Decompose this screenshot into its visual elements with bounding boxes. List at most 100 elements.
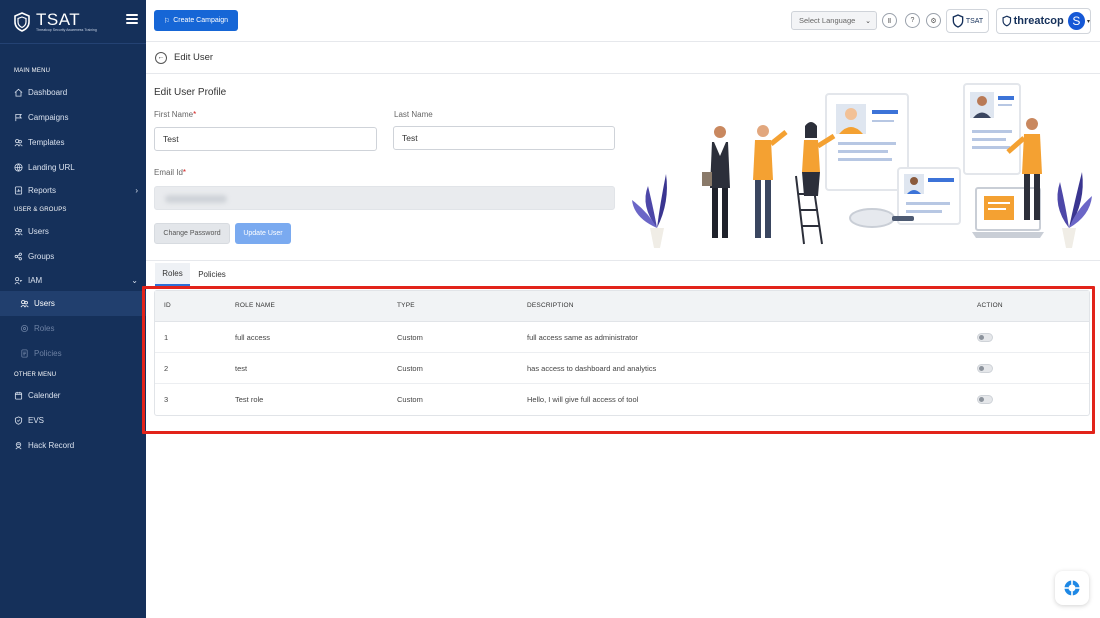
cell-description: full access same as administrator	[527, 333, 638, 342]
flag-icon	[14, 113, 23, 122]
globe-icon	[14, 163, 23, 172]
profile-card-illustration	[897, 167, 961, 225]
role-toggle[interactable]	[977, 333, 993, 342]
table-row: 2 test Custom has access to dashboard an…	[155, 353, 1089, 384]
brand-logo[interactable]: TSAT Threatcop Security Awareness Traini…	[0, 0, 146, 44]
back-arrow-icon[interactable]: ←	[155, 51, 167, 64]
sidebar-item-users[interactable]: Users	[0, 219, 146, 244]
pause-icon[interactable]: Ⅱ	[882, 13, 897, 28]
shield-logo-icon	[14, 11, 30, 32]
sidebar-item-label: Campaigns	[28, 113, 69, 122]
sidebar-item-evs[interactable]: EVS	[0, 408, 146, 433]
cell-type: Custom	[397, 333, 423, 342]
email-label-text: Email Id	[154, 168, 183, 177]
language-select[interactable]: Select Language ⌄	[791, 11, 877, 30]
support-button[interactable]	[1055, 571, 1089, 605]
required-mark: *	[182, 168, 187, 177]
role-toggle[interactable]	[977, 395, 993, 404]
sidebar-item-hack-record[interactable]: Hack Record	[0, 433, 146, 458]
brand-tagline: Threatcop Security Awareness Training	[36, 27, 97, 32]
sidebar-item-label: IAM	[28, 275, 43, 285]
toggle-knob	[979, 335, 984, 340]
required-mark: *	[193, 110, 197, 119]
avatar[interactable]: S	[1067, 12, 1085, 30]
sidebar-item-reports[interactable]: Reports ›	[0, 180, 146, 201]
threatcop-logo-icon	[1002, 15, 1012, 27]
sidebar-item-templates[interactable]: Templates	[0, 130, 146, 155]
chevron-right-icon: ›	[135, 186, 138, 195]
sidebar-item-iam-policies[interactable]: Policies	[0, 341, 146, 366]
section-user-groups: USER & GROUPS	[14, 207, 67, 213]
sidebar-item-label: Reports	[28, 186, 57, 195]
cell-role-name: Test role	[235, 395, 264, 404]
sidebar-item-label: Landing URL	[28, 163, 75, 172]
first-name-label-text: First Name	[154, 110, 194, 119]
caret-down-icon: ▾	[1086, 18, 1090, 25]
laptop-illustration	[972, 187, 1044, 238]
threatcop-account[interactable]: threatcop S ▾	[996, 8, 1091, 34]
policies-icon	[20, 349, 29, 358]
role-toggle[interactable]	[977, 364, 993, 373]
top-bar: ⚐ Create Campaign Select Language ⌄ Ⅱ ? …	[146, 0, 1100, 42]
hack-icon	[14, 441, 23, 450]
roles-icon	[20, 324, 29, 333]
toggle-knob	[979, 366, 984, 371]
last-name-label: Last Name	[394, 110, 433, 119]
sidebar-item-campaigns[interactable]: Campaigns	[0, 105, 146, 130]
page-title: Edit User	[174, 52, 214, 63]
cell-id: 1	[164, 333, 169, 342]
toggle-knob	[979, 397, 984, 402]
cell-id: 2	[164, 364, 169, 373]
email-field	[154, 186, 615, 210]
sidebar-item-label: Dashboard	[28, 88, 68, 97]
chevron-down-icon: ⌄	[865, 17, 871, 25]
update-user-button[interactable]: Update User	[235, 223, 291, 244]
sidebar-item-landing-url[interactable]: Landing URL	[0, 155, 146, 180]
table-row: 3 Test role Custom Hello, I will give fu…	[155, 384, 1089, 415]
column-header-id: ID	[164, 302, 171, 309]
flag-icon: ⚐	[163, 17, 171, 25]
tsat-product-switch[interactable]: TSAT	[946, 9, 989, 33]
help-icon[interactable]: ?	[905, 13, 920, 28]
page-header: ← Edit User	[146, 42, 1100, 74]
users-icon	[20, 299, 29, 308]
last-name-field[interactable]: Test	[393, 126, 615, 150]
sidebar-item-groups[interactable]: Groups	[0, 244, 146, 269]
report-icon	[14, 186, 23, 195]
email-label: Email Id*	[154, 168, 186, 177]
settings-icon[interactable]: ⚙	[926, 13, 941, 28]
shield-logo-icon	[952, 14, 964, 28]
person-illustration	[753, 125, 788, 238]
sidebar-item-label: Users	[28, 227, 49, 236]
tab-policies[interactable]: Policies	[194, 263, 230, 286]
cell-id: 3	[164, 395, 169, 404]
column-header-description: DESCRIPTION	[527, 302, 574, 309]
redacted-email	[165, 195, 227, 203]
sidebar-item-iam-roles[interactable]: Roles	[0, 316, 146, 341]
templates-icon	[14, 138, 23, 147]
sidebar-item-calender[interactable]: Calender	[0, 383, 146, 408]
sidebar-item-label: Users	[34, 299, 55, 308]
create-campaign-label: Create Campaign	[173, 17, 229, 24]
sidebar-item-label: Hack Record	[28, 441, 75, 450]
tsat-badge-label: TSAT	[965, 17, 984, 25]
sidebar-item-label: Roles	[34, 324, 55, 333]
create-campaign-button[interactable]: ⚐ Create Campaign	[154, 10, 238, 31]
profile-card-illustration	[963, 83, 1021, 175]
menu-toggle-icon[interactable]	[126, 14, 138, 24]
sidebar-item-label: Groups	[28, 252, 55, 261]
sidebar-item-label: Policies	[34, 349, 62, 358]
sidebar: TSAT Threatcop Security Awareness Traini…	[0, 0, 146, 618]
form-title: Edit User Profile	[154, 87, 227, 98]
section-main-menu: MAIN MENU	[14, 68, 51, 74]
plant-right-icon	[1057, 172, 1092, 248]
plant-left-icon	[632, 174, 667, 248]
cell-type: Custom	[397, 364, 423, 373]
tab-roles[interactable]: Roles	[155, 263, 190, 286]
first-name-field[interactable]: Test	[154, 127, 377, 151]
change-password-button[interactable]: Change Password	[154, 223, 230, 244]
sidebar-item-dashboard[interactable]: Dashboard	[0, 80, 146, 105]
sidebar-item-iam[interactable]: IAM ⌄	[0, 269, 146, 291]
sidebar-item-iam-users[interactable]: Users	[0, 291, 146, 316]
brand-name: TSAT	[36, 9, 81, 29]
